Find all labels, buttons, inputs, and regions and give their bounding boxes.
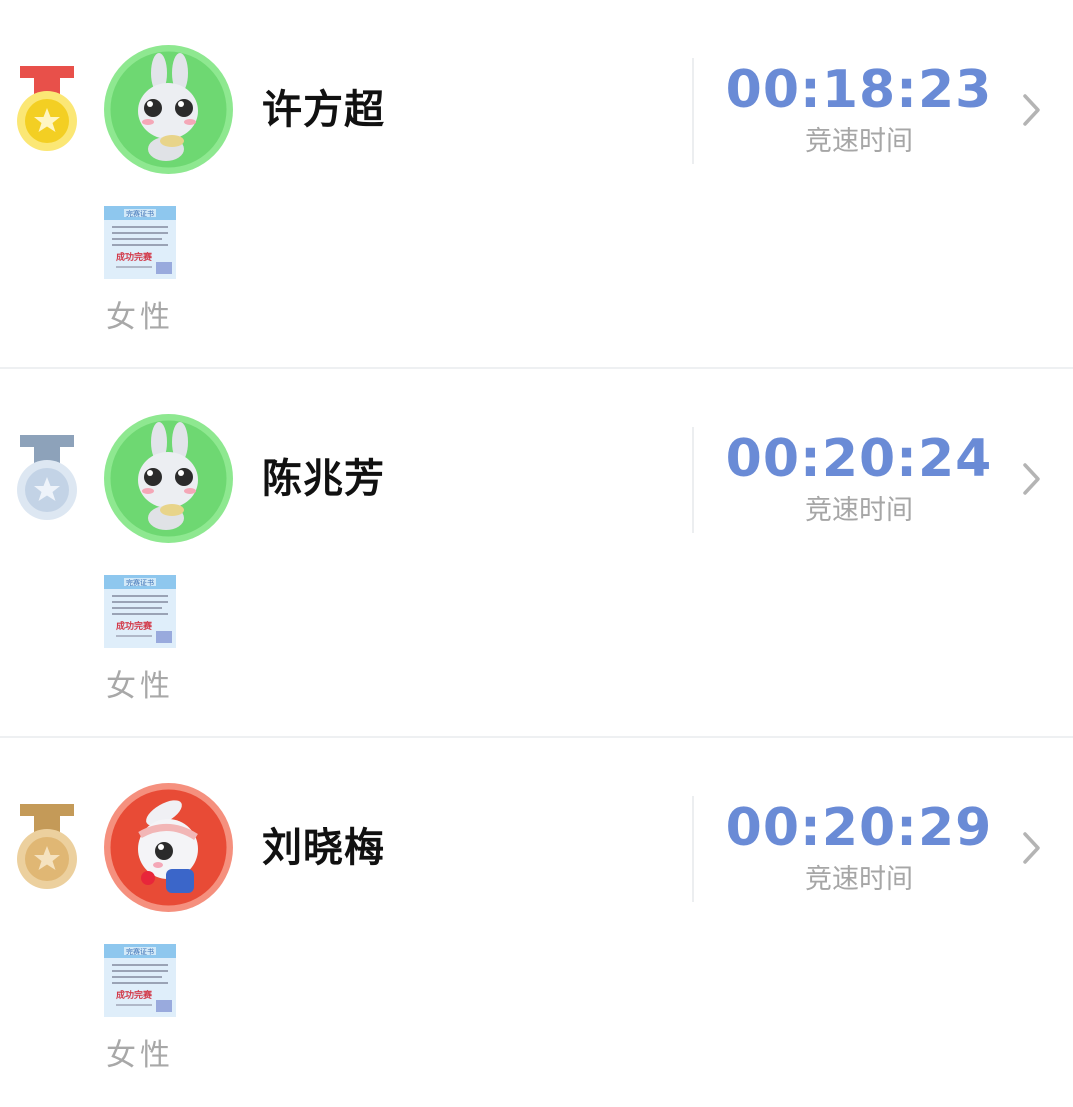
- certificate-thumbnail[interactable]: 完赛证书 成功完赛: [104, 575, 176, 648]
- vertical-divider: [692, 796, 694, 902]
- certificate-thumbnail[interactable]: 完赛证书 成功完赛: [104, 206, 176, 279]
- race-time-label: 竞速时间: [805, 864, 913, 895]
- certificate-stamp: 成功完赛: [116, 989, 153, 1001]
- vertical-divider: [692, 427, 694, 533]
- certificate-stamp: 成功完赛: [116, 620, 153, 632]
- silver-medal-icon: [17, 435, 77, 520]
- certificate-thumbnail[interactable]: 完赛证书 成功完赛: [104, 944, 176, 1017]
- participant-name: 许方超: [262, 87, 385, 133]
- bronze-medal-icon: [17, 804, 77, 889]
- race-time: 00:20:29: [725, 798, 993, 858]
- chevron-right-icon[interactable]: [1016, 90, 1046, 130]
- participant-name: 陈兆芳: [262, 456, 385, 502]
- leaderboard-entry[interactable]: 刘晓梅 00:20:29 竞速时间 完赛证书 成功完赛 女性: [0, 738, 1073, 1107]
- race-time-label: 竞速时间: [805, 495, 913, 526]
- leaderboard-entry[interactable]: 陈兆芳 00:20:24 竞速时间 完赛证书 成功完赛 女性: [0, 369, 1073, 738]
- vertical-divider: [692, 58, 694, 164]
- gender-label: 女性: [106, 669, 174, 704]
- leaderboard-list: 许方超 00:18:23 竞速时间 完赛证书 成功完赛 女性 陈兆芳 00:20…: [0, 0, 1073, 1107]
- gender-label: 女性: [106, 1038, 174, 1073]
- race-time: 00:20:24: [725, 429, 993, 489]
- bunny-eating-avatar: [104, 414, 233, 543]
- race-time-label: 竞速时间: [805, 126, 913, 157]
- gold-medal-icon: [17, 66, 77, 151]
- participant-name: 刘晓梅: [262, 825, 385, 871]
- bunny-runner-avatar: [104, 783, 233, 912]
- bunny-eating-avatar: [104, 45, 233, 174]
- certificate-title: 完赛证书: [126, 578, 154, 587]
- certificate-stamp: 成功完赛: [116, 251, 153, 263]
- chevron-right-icon[interactable]: [1016, 459, 1046, 499]
- certificate-title: 完赛证书: [126, 947, 154, 956]
- chevron-right-icon[interactable]: [1016, 828, 1046, 868]
- leaderboard-entry[interactable]: 许方超 00:18:23 竞速时间 完赛证书 成功完赛 女性: [0, 0, 1073, 369]
- race-time: 00:18:23: [725, 60, 993, 120]
- certificate-title: 完赛证书: [126, 209, 154, 218]
- gender-label: 女性: [106, 300, 174, 335]
